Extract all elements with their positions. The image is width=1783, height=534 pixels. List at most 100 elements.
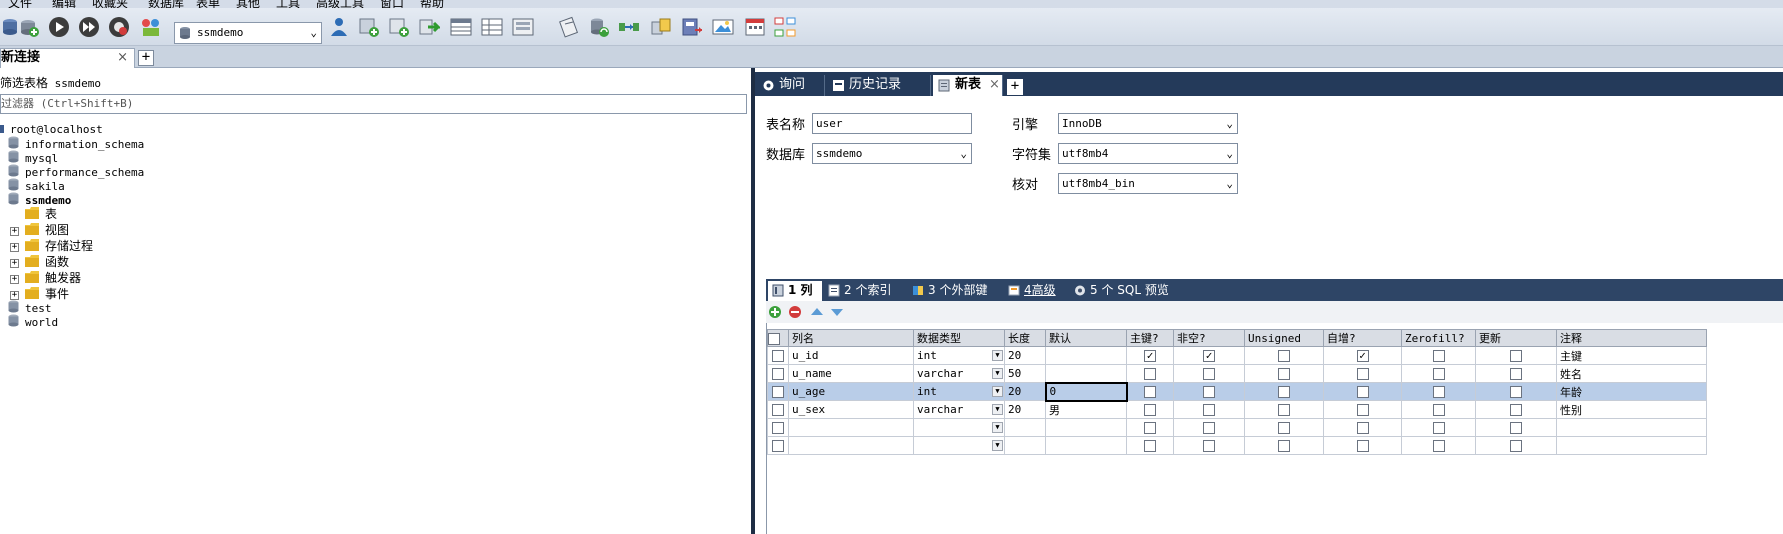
auto-increment-checkbox[interactable] — [1323, 418, 1402, 437]
not-null-checkbox[interactable] — [1173, 364, 1245, 383]
menu-table[interactable]: 表单 — [196, 0, 220, 8]
expand-icon[interactable]: + — [10, 274, 19, 284]
not-null-checkbox[interactable] — [1173, 400, 1245, 419]
on-update-checkbox[interactable] — [1475, 436, 1557, 455]
cell-comment[interactable]: 姓名 — [1556, 364, 1707, 383]
dropdown-arrow-icon[interactable]: ▼ — [992, 386, 1003, 397]
menu-edit[interactable]: 编辑 — [52, 0, 76, 8]
menu-help[interactable]: 帮助 — [420, 0, 444, 8]
auto-increment-checkbox[interactable] — [1323, 382, 1402, 401]
tab-sql-preview[interactable]: 5 个 SQL 预览 — [1070, 281, 1180, 301]
table-data-icon[interactable] — [479, 14, 505, 40]
on-update-checkbox[interactable] — [1475, 346, 1557, 365]
table-row[interactable]: u_sex varchar ▼ 20 男 性别 — [767, 400, 1707, 419]
expand-icon[interactable]: + — [10, 242, 19, 252]
on-update-checkbox[interactable] — [1475, 418, 1557, 437]
select-all-checkbox[interactable] — [767, 329, 789, 347]
menu-tools[interactable]: 工具 — [276, 0, 300, 8]
stop-icon[interactable] — [106, 14, 132, 40]
menu-advanced-tools[interactable]: 高级工具 — [316, 0, 364, 8]
cell-default[interactable]: 男 — [1045, 400, 1127, 419]
cell-data-type[interactable]: varchar ▼ — [913, 400, 1005, 419]
cell-comment[interactable]: 主键 — [1556, 346, 1707, 365]
cell-data-type[interactable]: ▼ — [913, 418, 1005, 437]
not-null-checkbox[interactable] — [1173, 436, 1245, 455]
tab-indexes[interactable]: 2 个索引 — [824, 281, 906, 301]
cell-data-type[interactable]: varchar ▼ — [913, 364, 1005, 383]
structure-sync-icon[interactable] — [616, 14, 642, 40]
unsigned-checkbox[interactable] — [1244, 418, 1324, 437]
auto-increment-checkbox[interactable]: ✓ — [1323, 346, 1402, 365]
not-null-checkbox[interactable]: ✓ — [1173, 346, 1245, 365]
play-icon[interactable] — [46, 14, 72, 40]
unsigned-checkbox[interactable] — [1244, 346, 1324, 365]
cell-comment[interactable] — [1556, 436, 1707, 455]
cell-data-type[interactable]: int ▼ — [913, 346, 1005, 365]
tab-new-connection[interactable]: 新连接 × — [0, 48, 135, 68]
cell-default[interactable] — [1045, 436, 1127, 455]
cell-column-name[interactable] — [788, 436, 914, 455]
cell-default[interactable] — [1045, 364, 1127, 383]
import-icon[interactable] — [416, 14, 442, 40]
row-select-checkbox[interactable] — [767, 382, 789, 401]
schedule-icon[interactable] — [742, 14, 768, 40]
dropdown-arrow-icon[interactable]: ▼ — [992, 440, 1003, 451]
row-select-checkbox[interactable] — [767, 346, 789, 365]
move-up-icon[interactable] — [810, 305, 824, 322]
tree-folder-views[interactable]: + 视图 — [10, 222, 69, 238]
dropdown-arrow-icon[interactable]: ▼ — [992, 404, 1003, 415]
cell-length[interactable]: 20 — [1004, 346, 1046, 365]
move-down-icon[interactable] — [830, 305, 844, 322]
zerofill-checkbox[interactable] — [1401, 346, 1476, 365]
cell-comment[interactable]: 性别 — [1556, 400, 1707, 419]
table-row[interactable]: u_name varchar ▼ 50 姓名 — [767, 364, 1707, 383]
database-select[interactable]: ssmdemo ⌄ — [812, 143, 972, 164]
expand-icon[interactable]: + — [10, 290, 19, 300]
schema-objects-icon[interactable] — [138, 14, 164, 40]
cell-column-name[interactable]: u_name — [788, 364, 914, 383]
pk-checkbox[interactable] — [1126, 400, 1174, 419]
on-update-checkbox[interactable] — [1475, 400, 1557, 419]
tree-folder-triggers[interactable]: + 触发器 — [10, 270, 81, 286]
image-icon[interactable] — [710, 14, 736, 40]
not-null-checkbox[interactable] — [1173, 418, 1245, 437]
cell-column-name[interactable]: u_sex — [788, 400, 914, 419]
tree-folder-tables[interactable]: 表 — [25, 206, 57, 222]
row-select-checkbox[interactable] — [767, 436, 789, 455]
tree-db-world[interactable]: world — [8, 314, 58, 330]
zerofill-checkbox[interactable] — [1401, 400, 1476, 419]
dropdown-arrow-icon[interactable]: ▼ — [992, 368, 1003, 379]
pk-checkbox[interactable] — [1126, 418, 1174, 437]
pk-checkbox[interactable] — [1126, 436, 1174, 455]
unsigned-checkbox[interactable] — [1244, 364, 1324, 383]
auto-increment-checkbox[interactable] — [1323, 400, 1402, 419]
on-update-checkbox[interactable] — [1475, 364, 1557, 383]
menu-other[interactable]: 其他 — [236, 0, 260, 8]
unsigned-checkbox[interactable] — [1244, 400, 1324, 419]
model-icon[interactable] — [772, 14, 798, 40]
row-select-checkbox[interactable] — [767, 418, 789, 437]
zerofill-checkbox[interactable] — [1401, 418, 1476, 437]
cell-length[interactable]: 20 — [1004, 400, 1046, 419]
cell-comment[interactable] — [1556, 418, 1707, 437]
grid-view-icon[interactable] — [448, 14, 474, 40]
row-select-checkbox[interactable] — [767, 364, 789, 383]
tree-folder-functions[interactable]: + 函数 — [10, 254, 69, 270]
add-editor-tab-button[interactable]: + — [1007, 79, 1023, 95]
table-row[interactable]: u_age int ▼ 20 0 年龄 — [767, 381, 1707, 402]
cell-column-name[interactable] — [788, 418, 914, 437]
tab-query[interactable]: 询问 — [757, 75, 825, 96]
tab-new-table[interactable]: 新表 × — [933, 75, 1003, 96]
transfer-icon[interactable] — [648, 14, 674, 40]
tab-foreign-keys[interactable]: 3 个外部键 — [908, 281, 1002, 301]
on-update-checkbox[interactable] — [1475, 382, 1557, 401]
expand-icon[interactable]: + — [10, 258, 19, 268]
zerofill-checkbox[interactable] — [1401, 364, 1476, 383]
unsigned-checkbox[interactable] — [1244, 436, 1324, 455]
table-row[interactable]: u_id int ▼ 20 ✓ ✓ ✓ 主键 — [767, 346, 1707, 365]
data-sync-icon[interactable] — [586, 14, 612, 40]
engine-select[interactable]: InnoDB ⌄ — [1058, 113, 1238, 134]
dropdown-arrow-icon[interactable]: ▼ — [992, 422, 1003, 433]
menu-file[interactable]: 文件 — [8, 0, 32, 8]
charset-select[interactable]: utf8mb4 ⌄ — [1058, 143, 1238, 164]
